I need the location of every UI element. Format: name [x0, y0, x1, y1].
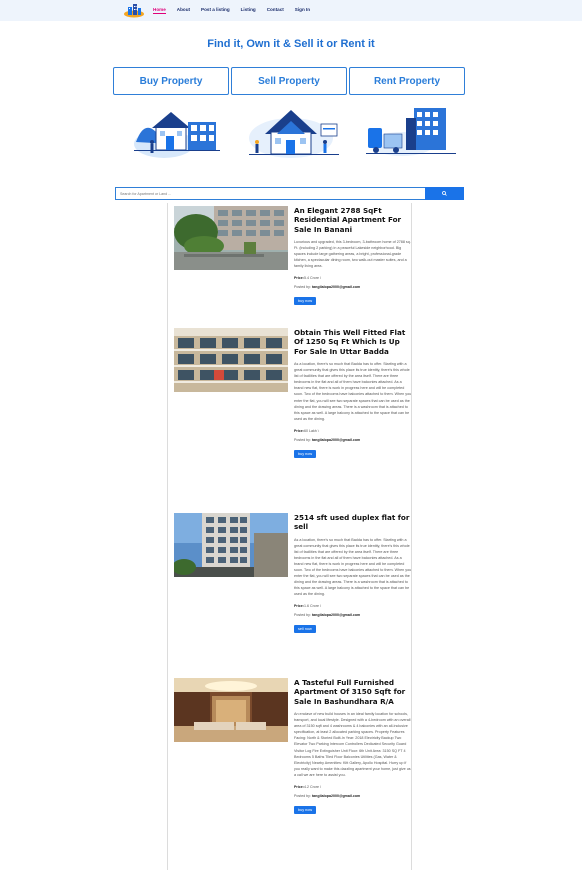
nav-sign-in[interactable]: Sign In — [295, 7, 310, 14]
search-bar — [115, 187, 464, 200]
tab-buy-property[interactable]: Buy Property — [113, 67, 229, 95]
poster-email: tangilalopa2000@gmail.com — [311, 613, 361, 618]
nav-links: Home About Post a listing Listing Contac… — [153, 7, 321, 14]
posted-label: Posted by: — [294, 437, 312, 442]
nav-contact[interactable]: Contact — [267, 7, 284, 14]
search-icon — [442, 191, 447, 196]
listing-price: Price:4.2 Crore \ — [294, 785, 412, 789]
listing-poster: Posted by: tangilalopa2000@gmail.com — [294, 794, 412, 798]
listing-body: A Tasteful Full Furnished Apartment Of 3… — [294, 678, 412, 816]
listing-poster: Posted by: tangilalopa2000@gmail.com — [294, 438, 412, 442]
tab-sell-property[interactable]: Sell Property — [231, 67, 347, 95]
buy-now-button[interactable]: buy now — [294, 449, 317, 458]
poster-email: tangilalopa2000@gmail.com — [311, 285, 361, 290]
listing-description: Luxurious and upgraded, this 3-bedroom, … — [294, 240, 411, 269]
listing-price: Price:1.6 Crore \ — [294, 604, 412, 608]
property-tabs: Buy Property Sell Property Rent Property — [113, 67, 465, 95]
hero-title: Find it, Own it & Sell it or Rent it — [207, 38, 375, 50]
listing-body: Obtain This Well Fitted Flat Of 1250 Sq … — [294, 328, 412, 460]
listing-description: An enclave of new build houses in an ide… — [294, 712, 411, 777]
nav-home[interactable]: Home — [153, 7, 166, 14]
nav-post-listing[interactable]: Post a listing — [201, 7, 230, 14]
listing-description: As a location, there's so much that Badd… — [294, 537, 412, 597]
search-input[interactable] — [115, 187, 425, 200]
posted-label: Posted by: — [294, 793, 312, 798]
tab-rent-property[interactable]: Rent Property — [349, 67, 465, 95]
buy-now-button[interactable]: buy now — [294, 805, 317, 814]
listing-price: Price:60 Lakh \ — [294, 429, 412, 433]
nav-about[interactable]: About — [177, 7, 190, 14]
price-value: 60 Lakh \ — [304, 428, 319, 433]
price-label: Price: — [294, 276, 304, 281]
sell-house-illustration — [243, 104, 343, 160]
search-button[interactable] — [425, 187, 464, 200]
listing-title[interactable]: 2514 sft used duplex flat for sell — [294, 513, 412, 532]
listing-price: Price:5.4 Crore \ — [294, 276, 412, 280]
listing-image[interactable] — [174, 678, 288, 742]
listing-image[interactable] — [174, 513, 288, 577]
logo-icon[interactable] — [123, 2, 145, 18]
price-label: Price: — [294, 428, 304, 433]
listing-body: An Elegant 2788 SqFt Residential Apartme… — [294, 206, 412, 307]
listing-poster: Posted by: tangilalopa2000@gmail.com — [294, 613, 412, 617]
listing-title[interactable]: Obtain This Well Fitted Flat Of 1250 Sq … — [294, 328, 412, 356]
listing-column: An Elegant 2788 SqFt Residential Apartme… — [167, 203, 412, 870]
navbar: Home About Post a listing Listing Contac… — [0, 0, 582, 21]
buy-house-illustration — [126, 104, 226, 160]
listing-body: 2514 sft used duplex flat for sell As a … — [294, 513, 412, 635]
nav-listing[interactable]: Listing — [241, 7, 256, 14]
poster-email: tangilalopa2000@gmail.com — [311, 793, 361, 798]
rent-building-illustration — [362, 104, 462, 160]
price-value: 4.2 Crore \ — [304, 784, 321, 789]
price-value: 5.4 Crore \ — [304, 276, 321, 281]
price-label: Price: — [294, 784, 304, 789]
buy-now-button[interactable]: buy now — [294, 297, 317, 306]
listing-description: As a location, there's so much that Badd… — [294, 362, 412, 421]
listing-title[interactable]: An Elegant 2788 SqFt Residential Apartme… — [294, 206, 412, 234]
listing-image[interactable] — [174, 206, 288, 270]
listing-image[interactable] — [174, 328, 288, 392]
poster-email: tangilalopa2000@gmail.com — [311, 437, 361, 442]
listing-title[interactable]: A Tasteful Full Furnished Apartment Of 3… — [294, 678, 412, 706]
price-label: Price: — [294, 604, 304, 609]
posted-label: Posted by: — [294, 285, 312, 290]
price-value: 1.6 Crore \ — [304, 604, 321, 609]
listing-poster: Posted by: tangilalopa2000@gmail.com — [294, 285, 412, 289]
posted-label: Posted by: — [294, 613, 312, 618]
sell-now-button[interactable]: sell now — [294, 625, 316, 634]
